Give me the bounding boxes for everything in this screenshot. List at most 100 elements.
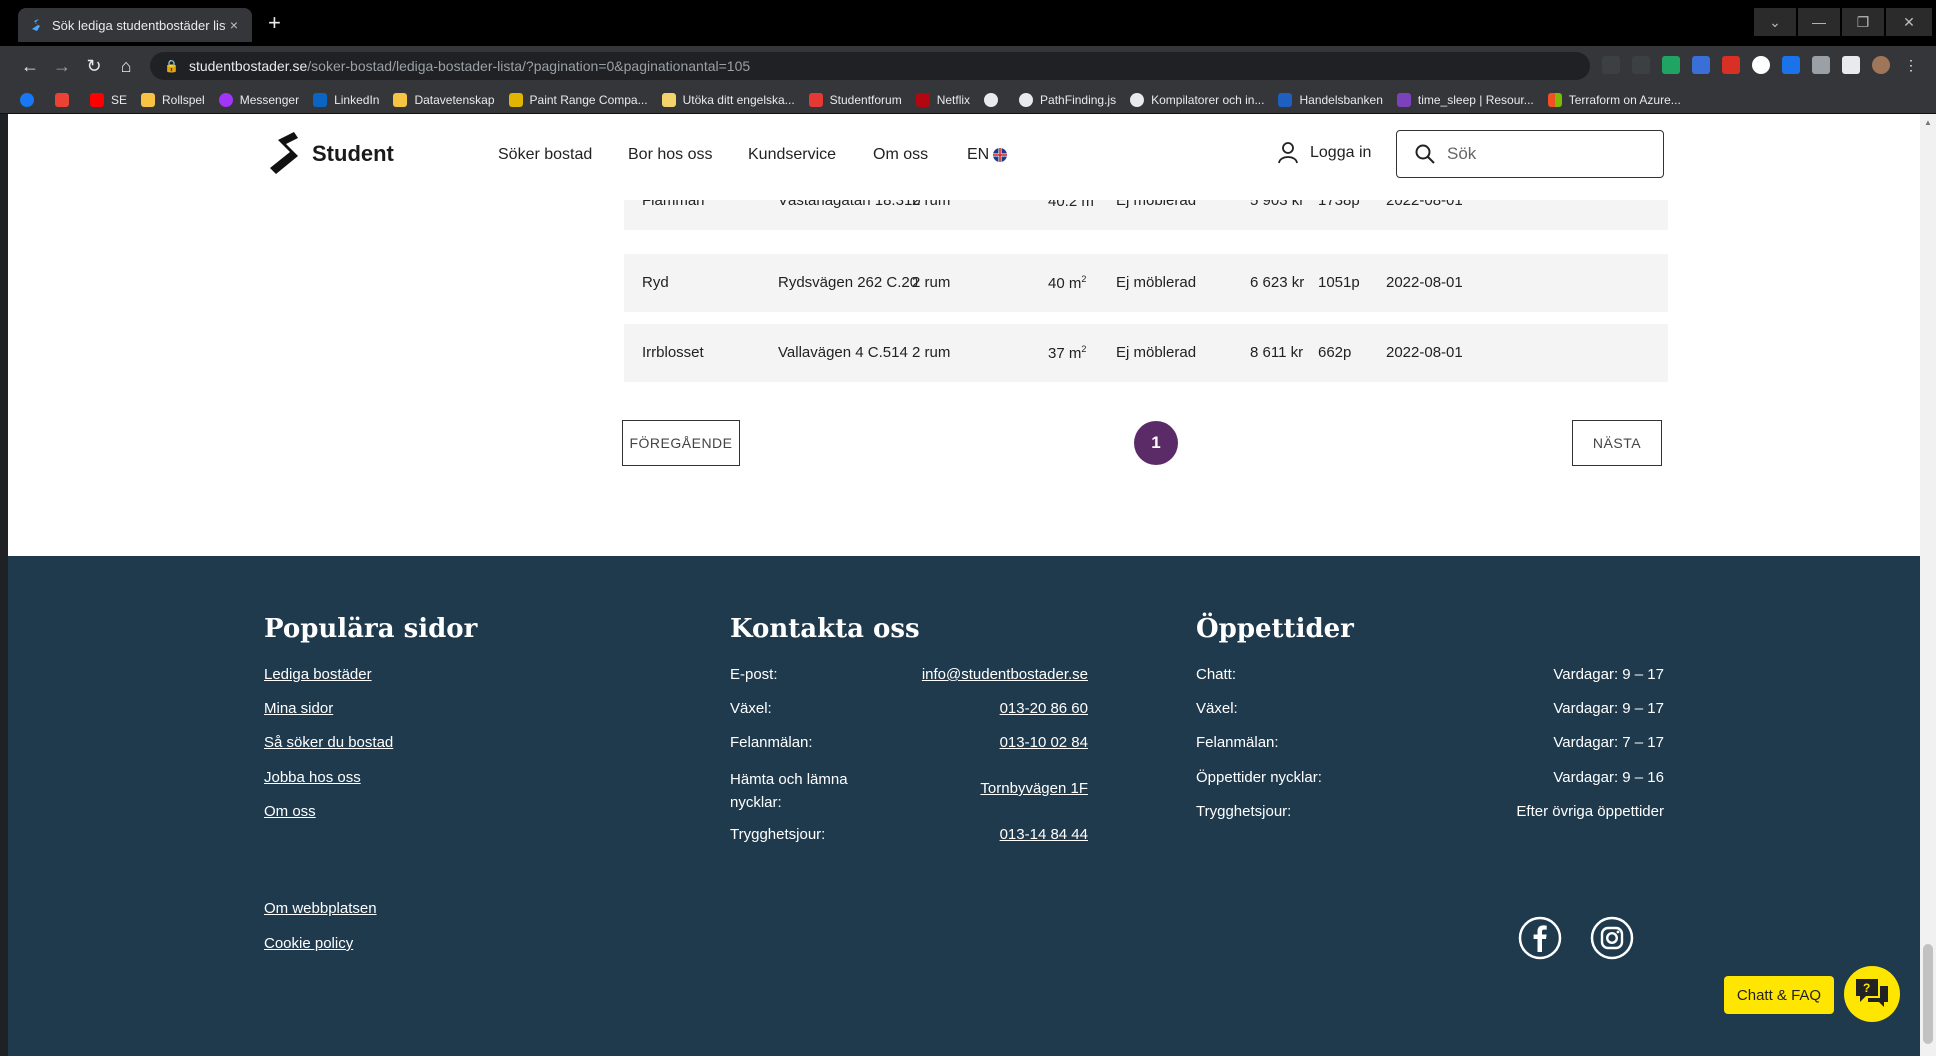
footer-link-lediga-bostader[interactable]: Lediga bostäder: [264, 666, 372, 683]
contact-fault-report-link[interactable]: 013-10 02 84: [1000, 734, 1088, 751]
contact-address-link[interactable]: Tornbyvägen 1F: [980, 780, 1088, 797]
bookmark-label: Paint Range Compa...: [529, 92, 648, 107]
listing-row[interactable]: Irrblosset Vallavägen 4 C.514 2 rum 37 m…: [624, 324, 1668, 382]
pdf-extension-icon[interactable]: [1722, 56, 1740, 74]
globe-icon: [1130, 92, 1145, 107]
login-label: Logga in: [1310, 144, 1372, 161]
tab-search-icon[interactable]: ⌄: [1754, 8, 1796, 36]
language-switch[interactable]: EN: [967, 146, 1008, 164]
nav-om-oss[interactable]: Om oss: [873, 146, 928, 164]
bookmark-paint-range[interactable]: Paint Range Compa...: [508, 92, 648, 107]
footer-link-jobba-hos-oss[interactable]: Jobba hos oss: [264, 769, 361, 786]
bookmark-globe[interactable]: [984, 92, 1005, 107]
scrollbar-thumb[interactable]: [1923, 944, 1933, 1044]
reload-icon[interactable]: ↻: [82, 54, 106, 78]
hours-label: Chatt:: [1196, 666, 1237, 683]
scroll-up-icon[interactable]: ▲: [1924, 118, 1932, 127]
hours-value: Vardagar: 7 – 17: [1553, 734, 1664, 751]
bookmark-terraform-azure[interactable]: Terraform on Azure...: [1547, 92, 1681, 107]
footer-link-mina-sidor[interactable]: Mina sidor: [264, 700, 333, 717]
bookmark-label: PathFinding.js: [1040, 92, 1117, 107]
bookmark-engelska[interactable]: Utöka ditt engelska...: [661, 92, 795, 107]
page-scrollbar[interactable]: ▲: [1920, 114, 1936, 1056]
footer-link-sa-soker-du[interactable]: Så söker du bostad: [264, 734, 393, 751]
contact-label: Hämta och lämna nycklar:: [730, 771, 848, 811]
footer-link-cookie-policy[interactable]: Cookie policy: [264, 935, 353, 952]
puzzle-extensions-icon[interactable]: [1812, 56, 1830, 74]
contact-phone-link[interactable]: 013-20 86 60: [1000, 700, 1088, 717]
bookmark-time-sleep[interactable]: time_sleep | Resour...: [1396, 92, 1534, 107]
bookmark-se[interactable]: SE: [90, 92, 127, 107]
restore-button[interactable]: ❐: [1842, 8, 1884, 36]
minimize-button[interactable]: —: [1798, 8, 1840, 36]
docs-extension-icon[interactable]: [1692, 56, 1710, 74]
hours-label: Trygghetsjour:: [1196, 803, 1292, 820]
previous-page-button[interactable]: FÖREGÅENDE: [622, 420, 740, 466]
bookmark-pathfinding[interactable]: PathFinding.js: [1019, 92, 1117, 107]
profile-avatar[interactable]: [1872, 56, 1890, 74]
footer-link-om-oss[interactable]: Om oss: [264, 803, 316, 820]
bookmark-kompilatorer[interactable]: Kompilatorer och in...: [1130, 92, 1264, 107]
bookmark-netflix[interactable]: Netflix: [915, 92, 970, 107]
next-page-button[interactable]: NÄSTA: [1572, 420, 1662, 466]
bookmark-label: time_sleep | Resour...: [1417, 92, 1534, 107]
contact-security-link[interactable]: 013-14 84 44: [1000, 826, 1088, 843]
listing-rent: 8 611 kr: [1250, 344, 1304, 361]
search-placeholder: Sök: [1447, 144, 1477, 163]
drive-extension-icon[interactable]: [1662, 56, 1680, 74]
bookmark-studentforum[interactable]: Studentforum: [808, 92, 902, 107]
hours-label: Felanmälan:: [1196, 734, 1279, 751]
login-button[interactable]: Logga in: [1278, 142, 1371, 164]
web-page: Flamman Västanågatan 18.316 2 rum 40.2 m…: [8, 114, 1920, 1056]
messenger-icon: [218, 92, 233, 107]
contact-email-link[interactable]: info@studentbostader.se: [922, 666, 1088, 683]
listing-rent: 6 623 kr: [1250, 274, 1305, 291]
home-icon[interactable]: ⌂: [114, 54, 138, 78]
opening-hours-heading: Öppettider: [1196, 614, 1354, 644]
nav-soker-bostad[interactable]: Söker bostad: [498, 146, 592, 164]
bookmark-rollspel[interactable]: Rollspel: [141, 92, 205, 107]
nav-kundservice[interactable]: Kundservice: [748, 146, 836, 164]
youtube-icon: [90, 92, 104, 107]
footer-link-om-webbplatsen[interactable]: Om webbplatsen: [264, 900, 377, 917]
hours-label: Öppettider nycklar:: [1196, 769, 1322, 786]
close-window-button[interactable]: ✕: [1886, 8, 1932, 36]
side-panel-icon[interactable]: [1842, 56, 1860, 74]
language-label: EN: [967, 146, 990, 163]
bookmark-facebook[interactable]: [20, 92, 41, 107]
nav-bor-hos-oss[interactable]: Bor hos oss: [628, 146, 712, 164]
listing-address: Vallavägen 4 C.514: [778, 344, 908, 361]
menu-kebab-icon[interactable]: ⋮: [1902, 56, 1920, 74]
tab-close-icon[interactable]: ×: [226, 17, 242, 33]
bookmark-linkedin[interactable]: LinkedIn: [313, 92, 379, 107]
back-icon[interactable]: ←: [18, 54, 42, 78]
facebook-icon[interactable]: [1518, 916, 1562, 960]
bookmark-label: Rollspel: [162, 92, 205, 107]
bookmark-datavetenskap[interactable]: Datavetenskap: [393, 92, 495, 107]
bookmark-handelsbanken[interactable]: Handelsbanken: [1278, 92, 1383, 107]
search-input[interactable]: Sök: [1396, 130, 1664, 178]
listing-row[interactable]: Ryd Rydsvägen 262 C.20 2 rum 40 m2 Ej mö…: [624, 254, 1668, 312]
bookmark-gmail[interactable]: [55, 92, 76, 107]
browser-tab[interactable]: Sök lediga studentbostäder lista ×: [18, 8, 252, 42]
forward-icon[interactable]: →: [50, 54, 74, 78]
chat-bubble-icon[interactable]: ?: [1844, 966, 1900, 1022]
bookmark-messenger[interactable]: Messenger: [218, 92, 299, 107]
instagram-icon[interactable]: [1590, 916, 1634, 960]
chat-faq-button[interactable]: Chatt & FAQ: [1724, 976, 1834, 1014]
address-bar[interactable]: 🔒 studentbostader.se /soker-bostad/ledig…: [150, 52, 1590, 80]
bookmark-label: Utöka ditt engelska...: [682, 92, 795, 107]
globe-icon: [984, 92, 999, 107]
site-logo[interactable]: Student: [264, 130, 394, 178]
contact-label: E-post:: [730, 666, 778, 683]
circle-extension-icon[interactable]: [1752, 56, 1770, 74]
new-tab-button[interactable]: +: [268, 12, 281, 34]
page-number-button[interactable]: 1: [1134, 421, 1178, 465]
share-icon[interactable]: [1602, 56, 1620, 74]
listing-area: Ryd: [642, 274, 669, 291]
folder-icon: [393, 92, 408, 107]
listing-points: 1051p: [1318, 274, 1360, 291]
bookmark-star-icon[interactable]: [1632, 56, 1650, 74]
listing-size: 40 m2: [1048, 274, 1086, 292]
ui-extension-icon[interactable]: [1782, 56, 1800, 74]
